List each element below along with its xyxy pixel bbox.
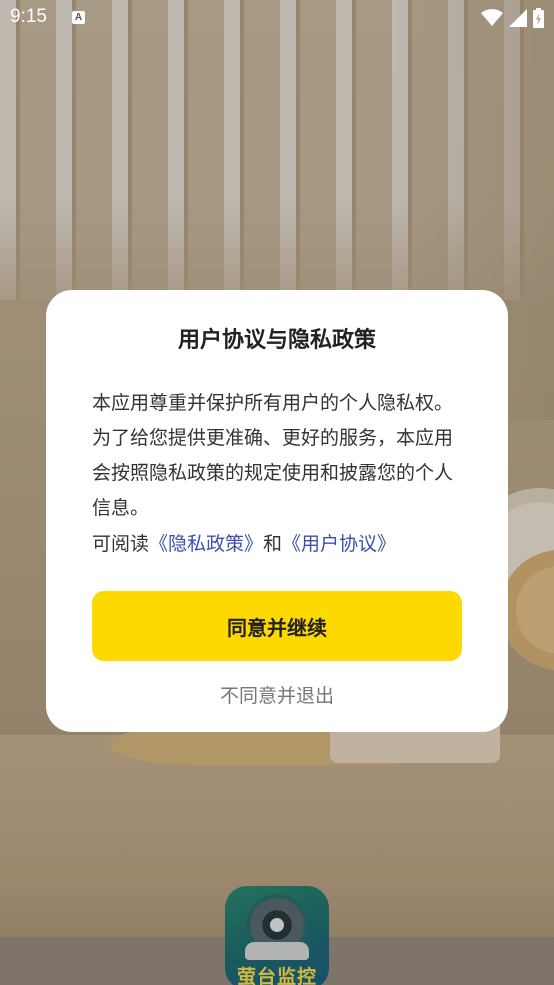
status-time: 9:15 [10, 6, 47, 27]
user-agreement-link[interactable]: 《用户协议》 [282, 533, 396, 555]
cellular-signal-icon [509, 9, 527, 27]
dialog-body-text: 本应用尊重并保护所有用户的个人隐私权。为了给您提供更准确、更好的服务，本应用会按… [92, 392, 454, 519]
privacy-dialog: 用户协议与隐私政策 本应用尊重并保护所有用户的个人隐私权。为了给您提供更准确、更… [46, 290, 508, 732]
battery-charging-icon [533, 8, 544, 28]
links-prefix: 可阅读 [92, 533, 150, 555]
wifi-icon [481, 9, 503, 26]
dialog-title: 用户协议与隐私政策 [177, 328, 376, 353]
text-a-icon: A [72, 11, 85, 24]
agree-continue-button[interactable]: 同意并继续 [92, 591, 462, 661]
system-icons [481, 7, 544, 29]
status-bar: 9:15 A [0, 0, 554, 36]
privacy-policy-link[interactable]: 《隐私政策》 [149, 533, 263, 555]
disagree-exit-button[interactable]: 不同意并退出 [46, 680, 508, 709]
links-joiner: 和 [263, 533, 283, 555]
dialog-links-line: 可阅读《隐私政策》和《用户协议》 [92, 527, 472, 562]
